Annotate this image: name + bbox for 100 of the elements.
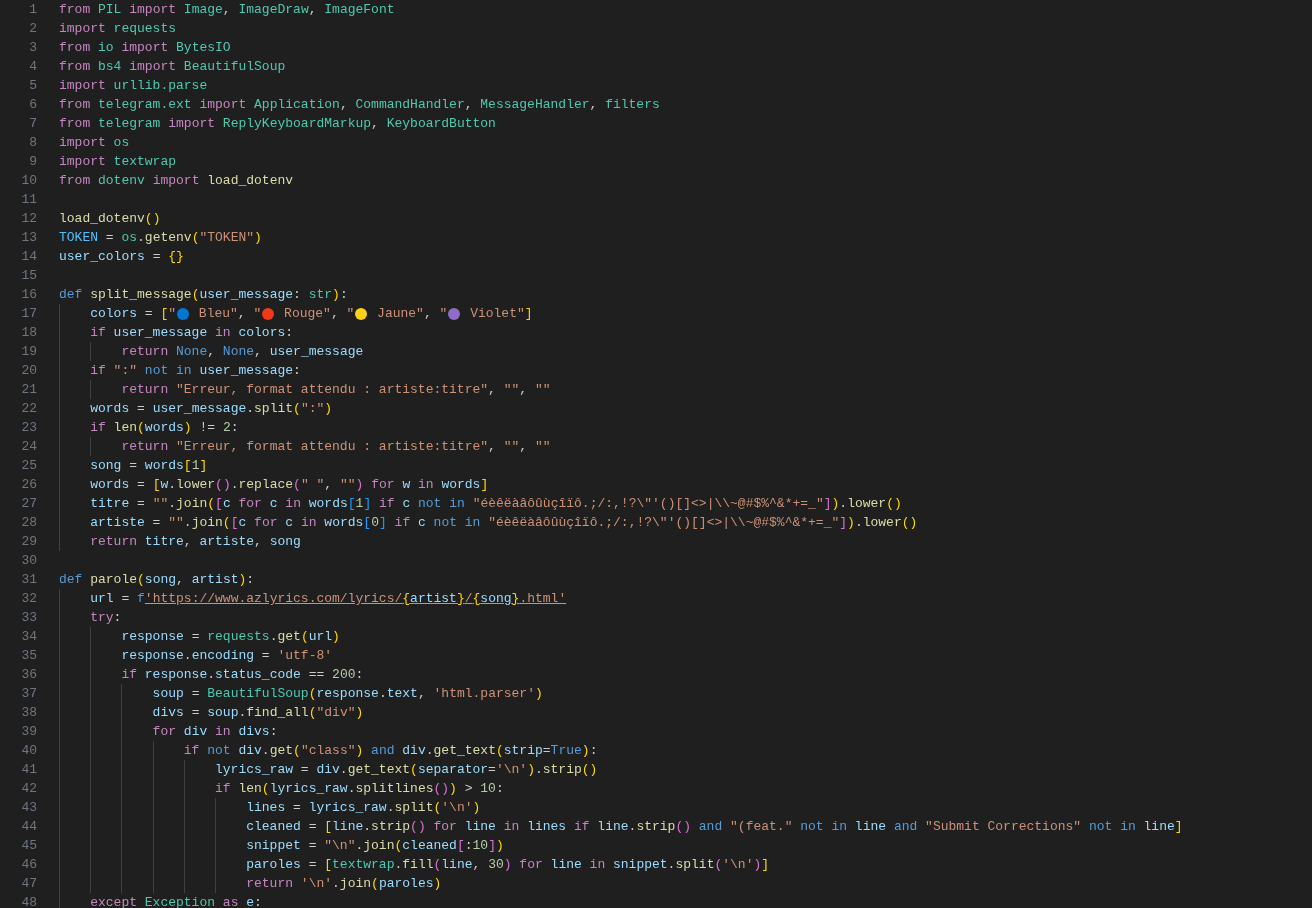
code-type-name: textwrap	[113, 153, 177, 171]
code-punctuation: ,	[254, 533, 263, 551]
code-identifier: lyrics_raw	[308, 799, 387, 817]
code-type-name: textwrap	[332, 856, 395, 874]
code-bracket: )	[534, 685, 543, 703]
code-string: "Erreur, format attendu : artiste:titre"	[176, 438, 489, 456]
code-identifier: colors	[238, 324, 286, 342]
code-punctuation: :	[495, 780, 504, 798]
code-identifier: div	[402, 742, 426, 760]
line-number: 7	[28, 115, 37, 133]
code-string: "Submit Corrections"	[925, 818, 1083, 836]
code-punctuation: ,	[472, 856, 482, 874]
code-bracket: (	[207, 495, 216, 513]
code-punctuation: .	[183, 514, 192, 532]
code-bracket: )	[581, 742, 590, 760]
code-identifier: cleaned	[246, 818, 301, 836]
code-identifier: words	[90, 476, 130, 494]
code-identifier: separator	[417, 761, 489, 779]
code-keyword: if	[90, 362, 107, 380]
line-number: 41	[20, 761, 37, 779]
code-identifier: url	[90, 590, 114, 608]
code-identifier: c	[222, 495, 232, 513]
line-number: 46	[20, 856, 37, 874]
code-bracket: )	[324, 400, 333, 418]
code-punctuation: =	[307, 856, 318, 874]
line-number: 42	[20, 780, 37, 798]
code-string: "éèêëàâôûùçîïô.;/:,!?\"'()[]<>|\\~@#$%^&*+=_"	[472, 495, 824, 513]
code-function-name: find_all	[246, 704, 309, 722]
code-identifier: text	[386, 685, 418, 703]
code-type-name: urllib.parse	[113, 77, 208, 95]
code-identifier: divs	[152, 704, 184, 722]
code-punctuation: .	[347, 780, 356, 798]
code-keyword: try	[90, 609, 114, 627]
code-keyword: in	[589, 856, 607, 874]
code-punctuation: .	[137, 229, 145, 247]
code-keyword: in	[285, 495, 302, 513]
code-punctuation: :	[230, 419, 239, 437]
code-punctuation: .	[168, 495, 177, 513]
code-url-identifier: artist	[410, 590, 457, 608]
code-punctuation: :	[285, 324, 294, 342]
code-keyword: if	[215, 780, 232, 798]
code-identifier: div	[316, 761, 340, 779]
code-bracket: )	[355, 742, 364, 760]
code-identifier: line	[854, 818, 887, 836]
code-punctuation: =	[136, 400, 146, 418]
code-punctuation: :	[589, 742, 598, 760]
code-type-name: Application	[254, 96, 340, 114]
code-punctuation: :	[339, 286, 348, 304]
code-punctuation: ,	[308, 1, 318, 19]
code-keyword: import	[129, 1, 178, 19]
code-bracket: (	[293, 742, 301, 760]
code-identifier: divs	[238, 723, 270, 741]
code-number: 0	[371, 514, 379, 532]
code-identifier: lyrics_raw	[215, 761, 294, 779]
code-keyword: not	[207, 742, 232, 760]
code-function-name: len	[113, 419, 137, 437]
code-bracket: )	[831, 495, 840, 513]
code-string: "	[439, 305, 448, 323]
code-punctuation: :	[355, 666, 364, 684]
code-string: ""	[503, 381, 520, 399]
code-punctuation: :	[246, 571, 255, 589]
code-punctuation: .	[839, 495, 848, 513]
code-number: 10	[472, 837, 489, 855]
code-url-brace: {	[472, 590, 481, 608]
code-punctuation: .	[378, 685, 387, 703]
code-string: "	[346, 305, 355, 323]
code-function-name: get	[269, 742, 294, 760]
code-punctuation: .	[230, 476, 239, 494]
code-punctuation: ,	[254, 343, 263, 361]
code-bracket: )	[355, 476, 364, 494]
code-keyword: return	[121, 381, 170, 399]
line-number: 34	[20, 628, 37, 646]
code-keyword: if	[573, 818, 591, 836]
code-punctuation: :	[254, 894, 262, 908]
code-punctuation: ,	[519, 381, 529, 399]
code-bracket: ]	[823, 495, 832, 513]
code-bracket: [	[456, 837, 465, 855]
code-bracket: )	[503, 856, 512, 874]
code-type-name: BeautifulSoup	[207, 685, 309, 703]
line-number: 45	[20, 837, 37, 855]
code-url: /	[464, 590, 473, 608]
code-keyword: not in	[433, 514, 482, 532]
code-identifier: status_code	[215, 666, 301, 684]
code-string: "	[168, 305, 177, 323]
code-punctuation: !=	[198, 419, 217, 437]
line-number: 24	[20, 438, 37, 456]
code-identifier: titre	[144, 533, 184, 551]
code-bracket: (	[300, 628, 309, 646]
code-identifier: user_message	[152, 400, 247, 418]
code-type-name: os	[113, 134, 130, 152]
code-url-brace: }	[456, 590, 465, 608]
code-punctuation: ,	[417, 685, 427, 703]
code-url: .html'	[519, 590, 567, 608]
code-bracket: )	[238, 571, 247, 589]
line-number: 6	[28, 96, 37, 114]
code-punctuation: ,	[330, 305, 340, 323]
code-bracket: [	[363, 514, 372, 532]
code-function-name: strip	[542, 761, 582, 779]
code-keyword: if	[121, 666, 138, 684]
code-punctuation: .	[355, 837, 364, 855]
